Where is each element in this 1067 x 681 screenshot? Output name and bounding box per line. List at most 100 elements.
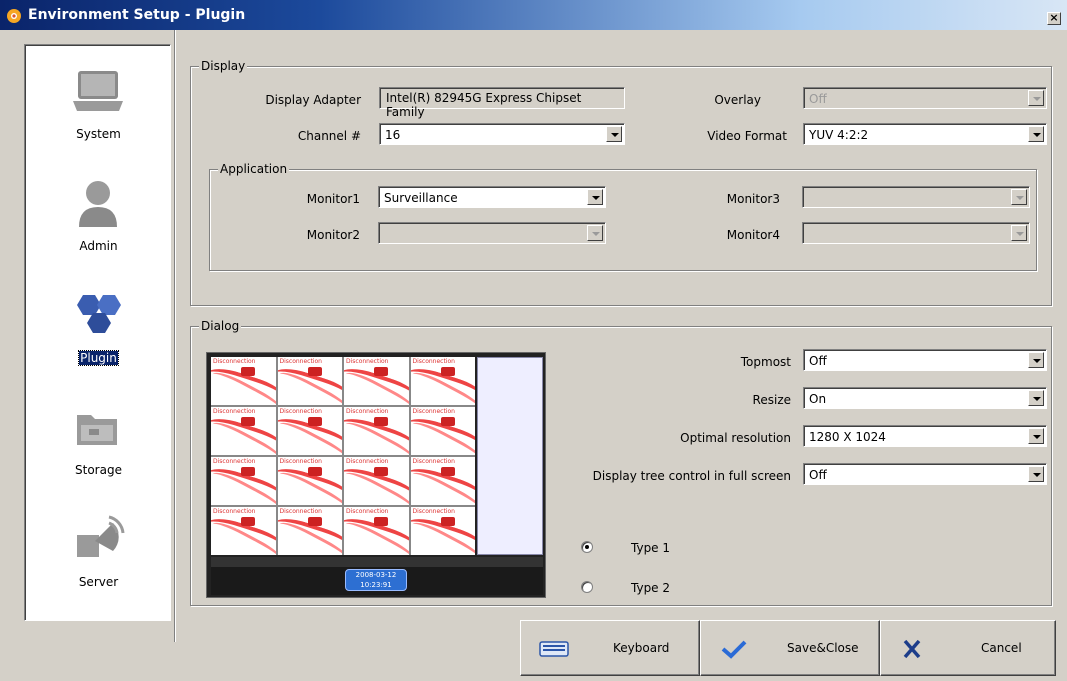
application-group: Application Monitor1 Surveillance Monito… bbox=[209, 162, 1037, 271]
laptop-icon bbox=[73, 71, 123, 111]
keyboard-button[interactable]: Keyboard bbox=[520, 620, 700, 676]
preview-control-bar: 2008-03-12 10:23:91 bbox=[211, 567, 543, 595]
video-format-select[interactable]: YUV 4:2:2 bbox=[803, 123, 1047, 145]
nav-item-admin[interactable]: Admin bbox=[25, 175, 172, 285]
video-format-label: Video Format bbox=[707, 129, 787, 143]
channel-dropdown-arrow[interactable] bbox=[606, 126, 622, 142]
display-group-title: Display bbox=[199, 59, 248, 73]
category-nav: System Admin Plugin Storage Server bbox=[24, 44, 171, 621]
tree-control-select[interactable]: Off bbox=[803, 463, 1047, 485]
cancel-button[interactable]: Cancel bbox=[880, 620, 1056, 676]
display-adapter-value: Intel(R) 82945G Express Chipset Family bbox=[379, 87, 625, 119]
preview-cell: Disconnection bbox=[344, 407, 409, 455]
monitor1-select[interactable]: Surveillance bbox=[378, 186, 606, 208]
monitor2-dropdown-arrow bbox=[587, 225, 603, 241]
client-area: System Admin Plugin Storage Server Displ… bbox=[8, 30, 1062, 681]
settings-panel: Display Display Adapter Intel(R) 82945G … bbox=[176, 30, 1062, 642]
preview-cell-text: Disconnection bbox=[279, 508, 322, 515]
resize-label: Resize bbox=[752, 393, 791, 407]
type1-radio[interactable] bbox=[581, 541, 593, 553]
save-close-button-label: Save&Close bbox=[787, 641, 859, 655]
close-button[interactable]: × bbox=[1047, 12, 1061, 25]
nav-item-system[interactable]: System bbox=[25, 63, 172, 173]
monitor3-dropdown-arrow bbox=[1011, 189, 1027, 205]
overlay-select: Off bbox=[803, 87, 1047, 109]
preview-cell: Disconnection bbox=[410, 457, 475, 505]
title-bar[interactable]: Environment Setup - Plugin × bbox=[0, 0, 1067, 30]
keyboard-button-label: Keyboard bbox=[613, 641, 670, 655]
tree-control-label: Display tree control in full screen bbox=[592, 469, 791, 483]
preview-cell-text: Disconnection bbox=[279, 458, 322, 465]
preview-cell-text: Disconnection bbox=[346, 508, 389, 515]
preview-cell-text: Disconnection bbox=[346, 358, 389, 365]
resize-select[interactable]: On bbox=[803, 387, 1047, 409]
optimal-resolution-select[interactable]: 1280 X 1024 bbox=[803, 425, 1047, 447]
nav-label-storage: Storage bbox=[75, 463, 122, 477]
preview-cell-text: Disconnection bbox=[346, 458, 389, 465]
overlay-dropdown-arrow bbox=[1028, 90, 1044, 106]
x-icon bbox=[903, 639, 921, 659]
preview-cell: Disconnection bbox=[410, 507, 475, 555]
monitor3-select bbox=[802, 186, 1030, 208]
preview-cell-text: Disconnection bbox=[412, 508, 455, 515]
preview-cell: Disconnection bbox=[277, 407, 342, 455]
window-title: Environment Setup - Plugin bbox=[28, 7, 246, 23]
preview-cell: Disconnection bbox=[344, 357, 409, 405]
optimal-resolution-value: 1280 X 1024 bbox=[809, 430, 886, 444]
channel-value: 16 bbox=[385, 128, 401, 142]
overlay-label: Overlay bbox=[714, 93, 761, 107]
display-adapter-label: Display Adapter bbox=[265, 93, 361, 107]
monitor2-select bbox=[378, 222, 606, 244]
preview-cell: Disconnection bbox=[277, 507, 342, 555]
nav-item-storage[interactable]: Storage bbox=[25, 399, 172, 509]
monitor1-label: Monitor1 bbox=[306, 192, 360, 206]
preview-clock-time: 10:23:91 bbox=[360, 581, 392, 589]
satellite-icon bbox=[77, 515, 125, 557]
monitor1-dropdown-arrow[interactable] bbox=[587, 189, 603, 205]
cancel-button-label: Cancel bbox=[981, 641, 1022, 655]
optimal-resolution-dropdown-arrow[interactable] bbox=[1028, 428, 1044, 444]
preview-cell: Disconnection bbox=[211, 407, 276, 455]
tree-control-dropdown-arrow[interactable] bbox=[1028, 466, 1044, 482]
type2-radio[interactable] bbox=[581, 581, 593, 593]
preview-cell: Disconnection bbox=[277, 357, 342, 405]
tree-control-value: Off bbox=[809, 468, 827, 482]
monitor1-value: Surveillance bbox=[384, 191, 458, 205]
monitor2-label: Monitor2 bbox=[306, 228, 360, 242]
video-format-value: YUV 4:2:2 bbox=[809, 128, 869, 142]
type1-label[interactable]: Type 1 bbox=[631, 541, 670, 555]
topmost-select[interactable]: Off bbox=[803, 349, 1047, 371]
topmost-dropdown-arrow[interactable] bbox=[1028, 352, 1044, 368]
nav-item-plugin[interactable]: Plugin bbox=[25, 287, 172, 397]
channel-label: Channel # bbox=[297, 129, 361, 143]
preview-cell: Disconnection bbox=[277, 457, 342, 505]
video-format-dropdown-arrow[interactable] bbox=[1028, 126, 1044, 142]
preview-cell-text: Disconnection bbox=[412, 408, 455, 415]
preview-cell-text: Disconnection bbox=[213, 458, 256, 465]
monitor4-label: Monitor4 bbox=[726, 228, 780, 242]
preview-toolbar bbox=[211, 557, 543, 567]
nav-label-plugin-text: Plugin bbox=[78, 350, 119, 366]
nav-label-admin: Admin bbox=[79, 239, 118, 253]
keyboard-icon bbox=[539, 641, 569, 657]
preview-clock-date: 2008-03-12 bbox=[355, 571, 397, 579]
preview-camera-grid: Disconnection Disconnection Disconnectio… bbox=[211, 357, 475, 555]
preview-tree-panel bbox=[477, 357, 543, 555]
preview-cell-text: Disconnection bbox=[346, 408, 389, 415]
overlay-value: Off bbox=[809, 92, 827, 106]
channel-select[interactable]: 16 bbox=[379, 123, 625, 145]
folder-icon bbox=[77, 415, 117, 445]
display-group: Display Display Adapter Intel(R) 82945G … bbox=[190, 59, 1052, 306]
nav-item-server[interactable]: Server bbox=[25, 511, 172, 621]
preview-clock: 2008-03-12 10:23:91 bbox=[345, 569, 407, 591]
resize-dropdown-arrow[interactable] bbox=[1028, 390, 1044, 406]
dialog-type-preview: Disconnection Disconnection Disconnectio… bbox=[206, 352, 546, 598]
type2-label[interactable]: Type 2 bbox=[631, 581, 670, 595]
optimal-resolution-label: Optimal resolution bbox=[680, 431, 791, 445]
dialog-group-title: Dialog bbox=[199, 319, 242, 333]
save-close-button[interactable]: Save&Close bbox=[700, 620, 880, 676]
monitor3-label: Monitor3 bbox=[726, 192, 780, 206]
preview-cell-text: Disconnection bbox=[213, 508, 256, 515]
preview-cell: Disconnection bbox=[344, 507, 409, 555]
topmost-label: Topmost bbox=[740, 355, 791, 369]
